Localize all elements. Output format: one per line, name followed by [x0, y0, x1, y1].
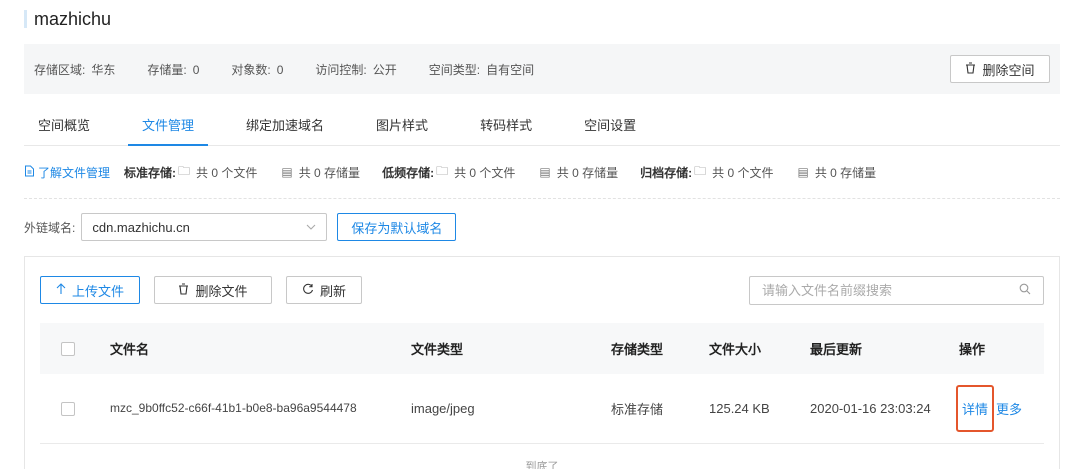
info-storage: 存储量: 0: [147, 62, 200, 77]
file-panel: 上传文件 删除文件 刷新 文件名 文件类型 存储类型 文件大小 最后更新: [24, 256, 1060, 469]
file-type: image/jpeg: [411, 401, 475, 416]
standard-file-count: 🗀 共 0 个文件: [176, 162, 257, 183]
tab-bar: 空间概览 文件管理 绑定加速域名 图片样式 转码样式 空间设置: [24, 108, 1060, 146]
database-icon: ▤: [281, 165, 293, 179]
detail-link[interactable]: 详情: [962, 402, 988, 417]
domain-label: 外链域名:: [24, 220, 76, 235]
file-table: 文件名 文件类型 存储类型 文件大小 最后更新 操作 mzc_9b0ffc52-…: [40, 323, 1044, 444]
folder-icon: 🗀: [178, 163, 191, 178]
arrow-up-icon: [56, 282, 66, 298]
bucket-title: mazhichu: [24, 6, 111, 32]
chevron-down-icon: [306, 222, 316, 233]
more-link[interactable]: 更多: [996, 402, 1022, 417]
file-actions: 详情 更多: [956, 385, 1044, 432]
refresh-button[interactable]: 刷新: [286, 276, 362, 304]
upload-file-button[interactable]: 上传文件: [40, 276, 140, 304]
delete-bucket-button[interactable]: 删除空间: [950, 55, 1050, 83]
tab-overview[interactable]: 空间概览: [24, 108, 104, 146]
header-updated: 最后更新: [810, 342, 863, 357]
header-storage: 存储类型: [611, 342, 664, 357]
select-all-checkbox[interactable]: [61, 341, 75, 356]
tab-space-settings[interactable]: 空间设置: [570, 108, 650, 146]
header-type: 文件类型: [411, 342, 464, 357]
infrequent-storage-label: 低频存储:: [382, 165, 435, 180]
bucket-info-bar: 存储区域: 华东 存储量: 0 对象数: 0 访问控制: 公开 空间类型: 自有空间 删除…: [24, 44, 1060, 94]
file-size: 125.24 KB: [709, 401, 770, 416]
info-region: 存储区域: 华东: [34, 62, 116, 77]
table-header: 文件名 文件类型 存储类型 文件大小 最后更新 操作: [40, 323, 1044, 374]
file-storage-type: 标准存储: [611, 402, 664, 417]
file-search: [749, 276, 1044, 305]
title-accent-bar: [24, 10, 27, 28]
bucket-name: mazhichu: [34, 8, 112, 29]
tab-image-style[interactable]: 图片样式: [362, 108, 442, 146]
file-updated: 2020-01-16 23:03:24: [810, 401, 931, 416]
infrequent-storage-size: ▤ 共 0 存储量: [539, 165, 619, 180]
file-toolbar: 上传文件 删除文件 刷新: [40, 276, 362, 304]
section-divider: [24, 198, 1060, 199]
tab-file-management[interactable]: 文件管理: [128, 108, 209, 146]
document-icon: [24, 165, 35, 180]
delete-file-button[interactable]: 删除文件: [154, 276, 272, 304]
header-name: 文件名: [110, 342, 150, 357]
standard-storage-size: ▤ 共 0 存储量: [281, 165, 361, 180]
detail-highlight-box: 详情: [956, 385, 995, 432]
info-space-type: 空间类型: 自有空间: [428, 62, 535, 77]
search-icon[interactable]: [1019, 283, 1031, 298]
end-of-list-text: 到底了: [525, 461, 559, 469]
domain-row: 外链域名: cdn.mazhichu.cn 保存为默认域名: [24, 213, 457, 241]
folder-icon: 🗀: [436, 163, 449, 178]
learn-file-management-link[interactable]: 了解文件管理: [24, 164, 110, 181]
folder-icon: 🗀: [694, 163, 707, 178]
archive-storage-size: ▤ 共 0 存储量: [797, 165, 877, 180]
info-objects: 对象数: 0: [231, 62, 284, 77]
search-input[interactable]: [762, 283, 992, 298]
table-row: mzc_9b0ffc52-c66f-41b1-b0e8-ba96a9544478…: [40, 374, 1044, 444]
infrequent-file-count: 🗀 共 0 个文件: [434, 162, 515, 183]
archive-file-count: 🗀 共 0 个文件: [692, 162, 773, 183]
header-actions: 操作: [959, 342, 986, 357]
standard-storage-label: 标准存储:: [124, 165, 177, 180]
storage-stats: 了解文件管理 标准存储: 🗀 共 0 个文件 ▤ 共 0 存储量 低频存储: 🗀 共 …: [24, 162, 1060, 182]
row-checkbox[interactable]: [61, 401, 75, 416]
trash-icon: [965, 61, 976, 77]
info-access: 访问控制: 公开: [315, 62, 397, 77]
tab-transcode-style[interactable]: 转码样式: [466, 108, 546, 146]
refresh-icon: [302, 283, 314, 298]
trash-icon: [178, 282, 189, 298]
database-icon: ▤: [797, 165, 809, 179]
archive-storage-label: 归档存储:: [640, 165, 693, 180]
file-name: mzc_9b0ffc52-c66f-41b1-b0e8-ba96a9544478: [110, 401, 357, 415]
database-icon: ▤: [539, 165, 551, 179]
tab-bind-domain[interactable]: 绑定加速域名: [232, 108, 338, 146]
header-size: 文件大小: [709, 342, 762, 357]
domain-select[interactable]: cdn.mazhichu.cn: [81, 213, 328, 241]
save-default-domain-button[interactable]: 保存为默认域名: [337, 213, 457, 241]
